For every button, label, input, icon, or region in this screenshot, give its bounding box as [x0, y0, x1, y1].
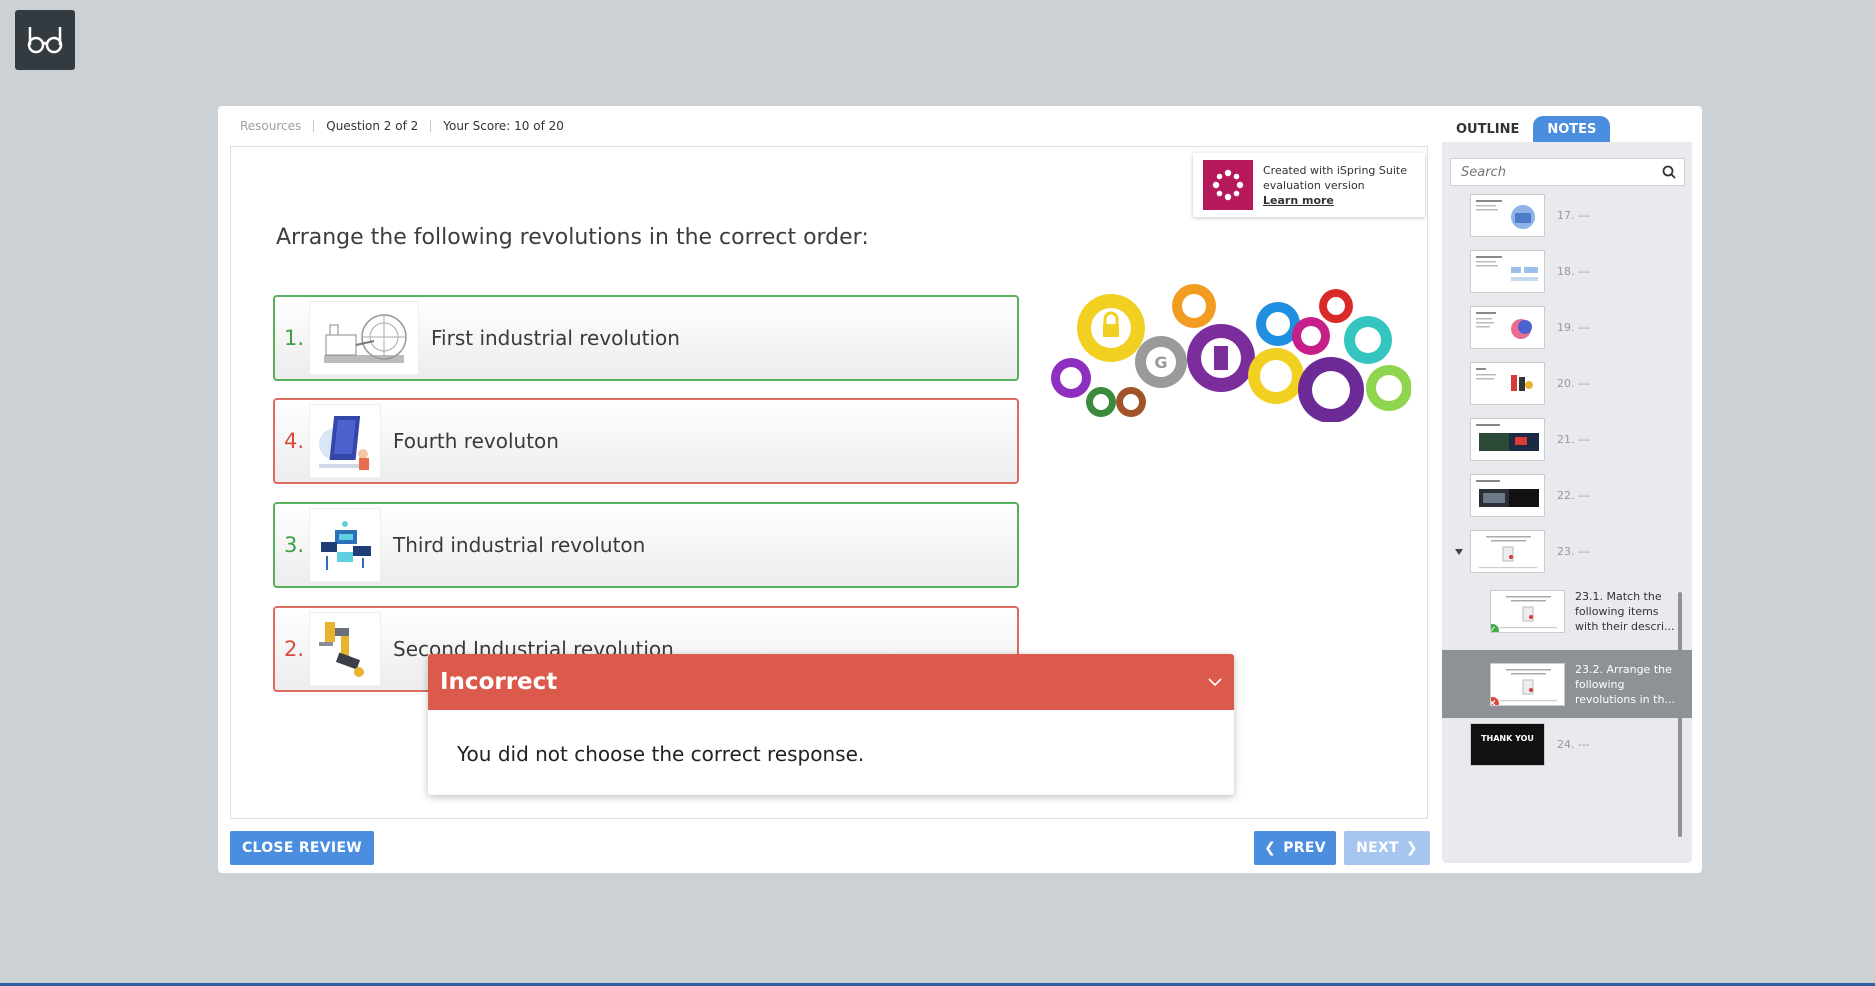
- item-number: 3.: [284, 533, 305, 557]
- slide-label: 18. ---: [1557, 265, 1590, 278]
- slide-item-current[interactable]: × 23.2. Arrange the following revolution…: [1442, 650, 1692, 718]
- gear-icon: [1292, 317, 1330, 355]
- gear-icon: [1248, 348, 1304, 404]
- slide-thumbnail: [1470, 250, 1545, 293]
- slide-list: 17. --- 18. --- 19. --- 20. --- 21. --- …: [1442, 194, 1692, 863]
- sequence-item[interactable]: 4. Fourth revoluton: [273, 398, 1019, 484]
- feedback-popup: Incorrect You did not choose the correct…: [428, 654, 1234, 795]
- slide-thumbnail: [1470, 362, 1545, 405]
- slide-item[interactable]: 19. ---: [1442, 306, 1692, 349]
- slide-label: 19. ---: [1557, 321, 1590, 334]
- slide-label: 23.2. Arrange the following revolutions …: [1575, 662, 1675, 706]
- gear-icon: G: [1135, 336, 1187, 388]
- slide-label: 23.1. Match the following items with the…: [1575, 589, 1675, 633]
- gear-icon: [1172, 284, 1216, 328]
- slide-thumbnail: [1470, 474, 1545, 517]
- gear-icon: [1298, 357, 1364, 422]
- outline-panel: 17. --- 18. --- 19. ---: [1442, 142, 1692, 863]
- steam-engine-image: [309, 301, 419, 375]
- slide-label: 22. ---: [1557, 489, 1590, 502]
- divider: [430, 120, 432, 132]
- feedback-title: Incorrect: [440, 669, 558, 695]
- feedback-message: You did not choose the correct response.: [457, 742, 865, 766]
- sidebar: OUTLINE NOTES 17. ---: [1442, 106, 1694, 863]
- slide-item[interactable]: 21. ---: [1442, 418, 1692, 461]
- slide-label: 20. ---: [1557, 377, 1590, 390]
- question-text: Arrange the following revolutions in the…: [276, 225, 869, 250]
- next-label: NEXT: [1356, 840, 1399, 856]
- feedback-header[interactable]: Incorrect: [428, 654, 1234, 710]
- robot-screen-image: [309, 404, 381, 478]
- slide-thumbnail: [1470, 530, 1545, 573]
- slide-item[interactable]: ✓ 23.1. Match the following items with t…: [1442, 581, 1692, 641]
- ispring-line2: evaluation version: [1263, 178, 1365, 192]
- close-review-button[interactable]: CLOSE REVIEW: [230, 831, 374, 865]
- slide-item[interactable]: THANK YOU 24. ---: [1442, 723, 1692, 766]
- slide-thumbnail: ✓: [1490, 589, 1565, 633]
- thumbnail-text: THANK YOU: [1481, 734, 1534, 743]
- search-input[interactable]: [1461, 164, 1641, 180]
- tab-outline[interactable]: OUTLINE: [1442, 116, 1533, 142]
- next-button[interactable]: NEXT ❯: [1344, 831, 1430, 865]
- gear-icon: [1086, 387, 1116, 417]
- slide-thumbnail: ×: [1490, 662, 1565, 706]
- ispring-banner: Created with iSpring Suite evaluation ve…: [1193, 153, 1425, 217]
- slide-item[interactable]: 22. ---: [1442, 474, 1692, 517]
- gears-illustration: G: [1051, 284, 1411, 422]
- scrollbar[interactable]: [1678, 592, 1682, 837]
- slide-thumbnail: THANK YOU: [1470, 723, 1545, 766]
- collapse-arrow-icon[interactable]: [1442, 548, 1470, 556]
- slide-thumbnail: [1470, 194, 1545, 237]
- slide-thumbnail: [1470, 418, 1545, 461]
- item-label: First industrial revolution: [431, 326, 680, 350]
- slide-thumbnail: [1470, 306, 1545, 349]
- prev-label: PREV: [1283, 840, 1326, 856]
- gear-icon: [1051, 358, 1091, 398]
- search-box: [1450, 158, 1685, 186]
- slide-item[interactable]: 20. ---: [1442, 362, 1692, 405]
- item-number: 4.: [284, 429, 305, 453]
- slide-item[interactable]: 23. ---: [1442, 530, 1692, 573]
- gear-icon: [1319, 289, 1353, 323]
- slide-item[interactable]: 18. ---: [1442, 250, 1692, 293]
- gear-icon: [1116, 387, 1146, 417]
- divider: [313, 120, 315, 132]
- top-bar: Resources Question 2 of 2 Your Score: 10…: [240, 116, 564, 136]
- slide-label: 21. ---: [1557, 433, 1590, 446]
- item-number: 1.: [284, 326, 305, 350]
- prev-button[interactable]: ❮ PREV: [1254, 831, 1336, 865]
- ispring-line1: Created with iSpring Suite: [1263, 163, 1408, 177]
- chevron-right-icon: ❯: [1405, 840, 1418, 856]
- gear-icon: [1187, 324, 1255, 392]
- glasses-icon: [27, 27, 63, 54]
- slide-label: 23. ---: [1557, 545, 1590, 558]
- item-label: Third industrial revoluton: [393, 533, 646, 557]
- question-counter: Question 2 of 2: [326, 119, 419, 133]
- reader-mode-button[interactable]: [15, 10, 75, 70]
- item-label: Fourth revoluton: [393, 429, 559, 453]
- slide-label: 17. ---: [1557, 209, 1590, 222]
- slide-label: 24. ---: [1557, 738, 1590, 751]
- chevron-down-icon[interactable]: [1208, 677, 1222, 687]
- resources-link[interactable]: Resources: [240, 119, 301, 133]
- sidebar-tabs: OUTLINE NOTES: [1442, 116, 1611, 142]
- item-number: 2.: [284, 637, 305, 661]
- gear-icon: [1344, 316, 1392, 364]
- search-icon[interactable]: [1662, 165, 1676, 179]
- slide-item[interactable]: 17. ---: [1442, 194, 1692, 237]
- gear-icon: [1366, 365, 1411, 411]
- computer-network-image: [309, 508, 381, 582]
- tab-notes[interactable]: NOTES: [1533, 116, 1611, 142]
- gear-icon: [1077, 294, 1145, 362]
- assembly-robot-image: [309, 612, 381, 686]
- svg-text:G: G: [1154, 353, 1167, 372]
- learn-more-link[interactable]: Learn more: [1263, 193, 1407, 208]
- ispring-snowflake-icon: [1212, 169, 1244, 201]
- score-display: Your Score: 10 of 20: [443, 119, 564, 133]
- sequence-item[interactable]: 1. First industrial revolution: [273, 295, 1019, 381]
- chevron-left-icon: ❮: [1264, 840, 1277, 856]
- ispring-logo: [1203, 160, 1253, 210]
- sequence-item[interactable]: 3. Third industrial revoluton: [273, 502, 1019, 588]
